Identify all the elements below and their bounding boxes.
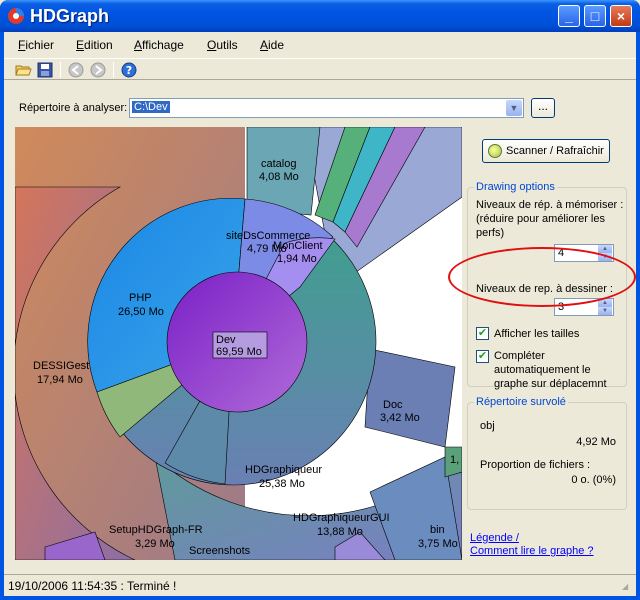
- frame-right: [636, 32, 640, 600]
- label-doc-size: 3,42 Mo: [380, 412, 420, 424]
- label-doc: Doc: [383, 399, 403, 411]
- hovered-directory-title: Répertoire survolé: [474, 396, 568, 408]
- label-setup: SetupHDGraph-FR: [109, 524, 203, 536]
- auto-complete-checkbox[interactable]: ✔: [476, 350, 489, 363]
- label-hdg-size: 25,38 Mo: [259, 478, 305, 490]
- svg-text:?: ?: [126, 64, 132, 77]
- label-catalog: catalog: [261, 158, 296, 170]
- maximize-button[interactable]: □: [584, 5, 606, 27]
- legend-link[interactable]: Légende /: [470, 532, 519, 544]
- toolbar: ?: [4, 58, 636, 80]
- status-text: 19/10/2006 11:54:35 : Terminé !: [8, 579, 177, 593]
- directory-combobox[interactable]: C:\Dev ▼: [129, 98, 524, 118]
- label-php-size: 26,50 Mo: [118, 306, 164, 318]
- frame-bottom: [0, 596, 640, 600]
- label-screens: Screenshots: [189, 545, 251, 557]
- menu-outils[interactable]: Outils: [207, 38, 238, 52]
- open-folder-icon[interactable]: [14, 61, 32, 79]
- spin-down-icon[interactable]: ▼: [598, 307, 612, 315]
- forward-arrow-icon[interactable]: [89, 61, 107, 79]
- menu-affichage[interactable]: Affichage: [134, 38, 184, 52]
- label-mon-size: 1,94 Mo: [277, 253, 317, 265]
- sunburst-graph[interactable]: Dev 69,59 Mo PHP 26,50 Mo siteDsCommerce…: [15, 127, 462, 560]
- spin-up-icon[interactable]: ▲: [598, 299, 612, 307]
- save-icon[interactable]: [36, 61, 54, 79]
- title-bar[interactable]: HDGraph _ □ ×: [0, 0, 640, 32]
- directory-label: Répertoire à analyser:: [19, 102, 128, 114]
- toolbar-separator: [113, 62, 114, 78]
- sector-doc[interactable]: [364, 348, 456, 448]
- label-dev-size: 69,59 Mo: [216, 346, 262, 358]
- spin-down-icon[interactable]: ▼: [598, 253, 612, 261]
- minimize-button[interactable]: _: [558, 5, 580, 27]
- label-dessi: DESSIGest: [33, 360, 89, 372]
- draw-levels-spinner[interactable]: 3 ▲ ▼: [554, 298, 614, 316]
- menu-fichier[interactable]: Fichier: [18, 38, 54, 52]
- label-mon: MonClient: [273, 240, 323, 252]
- label-partial: 1,: [450, 454, 459, 466]
- label-hdggui: HDGraphiqueurGUI: [293, 512, 390, 524]
- close-button[interactable]: ×: [610, 5, 632, 27]
- hovered-directory-group: Répertoire survolé obj 4,92 Mo Proportio…: [467, 396, 627, 510]
- app-window: HDGraph _ □ × Fichier Edition Affichage …: [0, 0, 640, 600]
- show-sizes-checkbox[interactable]: ✔: [476, 327, 489, 340]
- directory-value[interactable]: C:\Dev: [132, 101, 170, 113]
- label-catalog-size: 4,08 Mo: [259, 171, 299, 183]
- label-hdg: HDGraphiqueur: [245, 464, 322, 476]
- draw-levels-label: Niveaux de rep. à dessiner :: [476, 283, 613, 295]
- label-dev: Dev: [216, 334, 236, 346]
- menu-edition[interactable]: Edition: [76, 38, 113, 52]
- label-php: PHP: [129, 292, 152, 304]
- browse-button[interactable]: ...: [531, 98, 555, 118]
- toolbar-separator: [60, 62, 61, 78]
- menu-bar: Fichier Edition Affichage Outils Aide: [4, 34, 636, 56]
- memorize-levels-spinner[interactable]: 4 ▲ ▼: [554, 244, 614, 262]
- label-bin: bin: [430, 524, 445, 536]
- show-sizes-label[interactable]: Afficher les tailles: [494, 327, 579, 341]
- app-icon: [8, 8, 24, 24]
- client-area: Fichier Edition Affichage Outils Aide ? …: [4, 32, 636, 596]
- refresh-icon: [488, 144, 502, 158]
- hovered-name: obj: [480, 420, 495, 432]
- help-icon[interactable]: ?: [120, 61, 138, 79]
- back-arrow-icon[interactable]: [67, 61, 85, 79]
- proportion-value: 0 o. (0%): [571, 474, 616, 486]
- hovered-size: 4,92 Mo: [576, 436, 616, 448]
- drawing-options-title: Drawing options: [474, 181, 557, 193]
- label-hdggui-size: 13,88 Mo: [317, 526, 363, 538]
- howto-link[interactable]: Comment lire le graphe ?: [470, 545, 594, 557]
- proportion-label: Proportion de fichiers :: [480, 459, 591, 471]
- label-bin-size: 3,75 Mo: [418, 538, 458, 550]
- auto-complete-label[interactable]: Compléter automatiquement le graphe sur …: [494, 349, 624, 391]
- status-bar: 19/10/2006 11:54:35 : Terminé ! ◢: [4, 574, 636, 596]
- spin-up-icon[interactable]: ▲: [598, 245, 612, 253]
- label-dessi-size: 17,94 Mo: [37, 374, 83, 386]
- memorize-levels-label: Niveaux de rép. à mémoriser : (réduire p…: [476, 199, 624, 239]
- window-title: HDGraph: [30, 6, 110, 26]
- drawing-options-group: Drawing options Niveaux de rép. à mémori…: [467, 181, 627, 390]
- chevron-down-icon[interactable]: ▼: [506, 100, 522, 116]
- menu-aide[interactable]: Aide: [260, 38, 284, 52]
- resize-grip-icon[interactable]: ◢: [622, 582, 634, 594]
- scan-refresh-button[interactable]: Scanner / Rafraîchir: [482, 139, 610, 163]
- label-setup-size: 3,29 Mo: [135, 538, 175, 550]
- sunburst-svg[interactable]: Dev 69,59 Mo PHP 26,50 Mo siteDsCommerce…: [15, 127, 462, 560]
